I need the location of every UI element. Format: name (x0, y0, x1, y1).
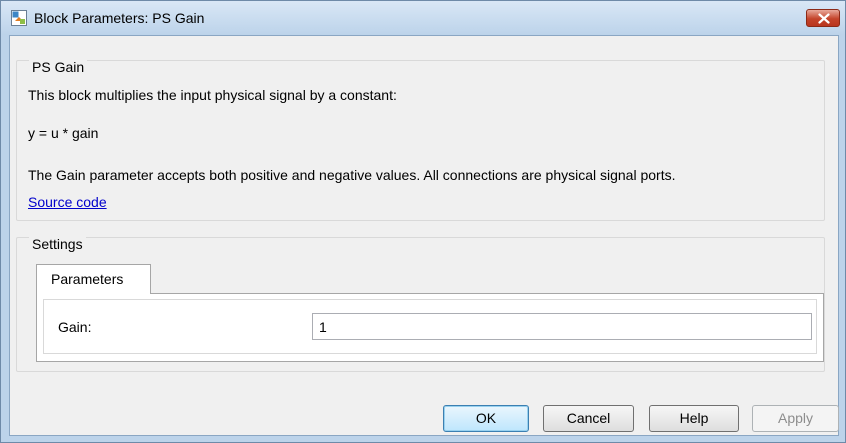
title-bar[interactable]: Block Parameters: PS Gain (1, 1, 845, 35)
gain-note-text: The Gain parameter accepts both positive… (28, 167, 676, 183)
apply-button[interactable]: Apply (752, 405, 839, 432)
gain-label: Gain: (58, 319, 92, 335)
description-group-label: PS Gain (29, 59, 88, 75)
ok-button[interactable]: OK (443, 405, 529, 432)
tab-parameters-label: Parameters (51, 271, 124, 287)
window-title: Block Parameters: PS Gain (34, 10, 205, 26)
parameters-panel: Gain: (36, 293, 824, 362)
source-code-link[interactable]: Source code (28, 194, 107, 210)
close-button[interactable] (806, 9, 840, 27)
close-icon (818, 13, 830, 24)
dialog-window: Block Parameters: PS Gain PS Gain This b… (0, 0, 846, 443)
description-text: This block multiplies the input physical… (28, 87, 397, 103)
gain-input[interactable] (312, 313, 812, 340)
description-group: PS Gain (16, 59, 825, 221)
equation-text: y = u * gain (28, 125, 99, 141)
simulink-block-icon (11, 10, 27, 26)
parameter-row: Gain: (43, 299, 817, 354)
cancel-button[interactable]: Cancel (543, 405, 634, 432)
tab-parameters[interactable]: Parameters (36, 264, 151, 294)
help-button[interactable]: Help (649, 405, 739, 432)
settings-group-label: Settings (29, 236, 86, 252)
